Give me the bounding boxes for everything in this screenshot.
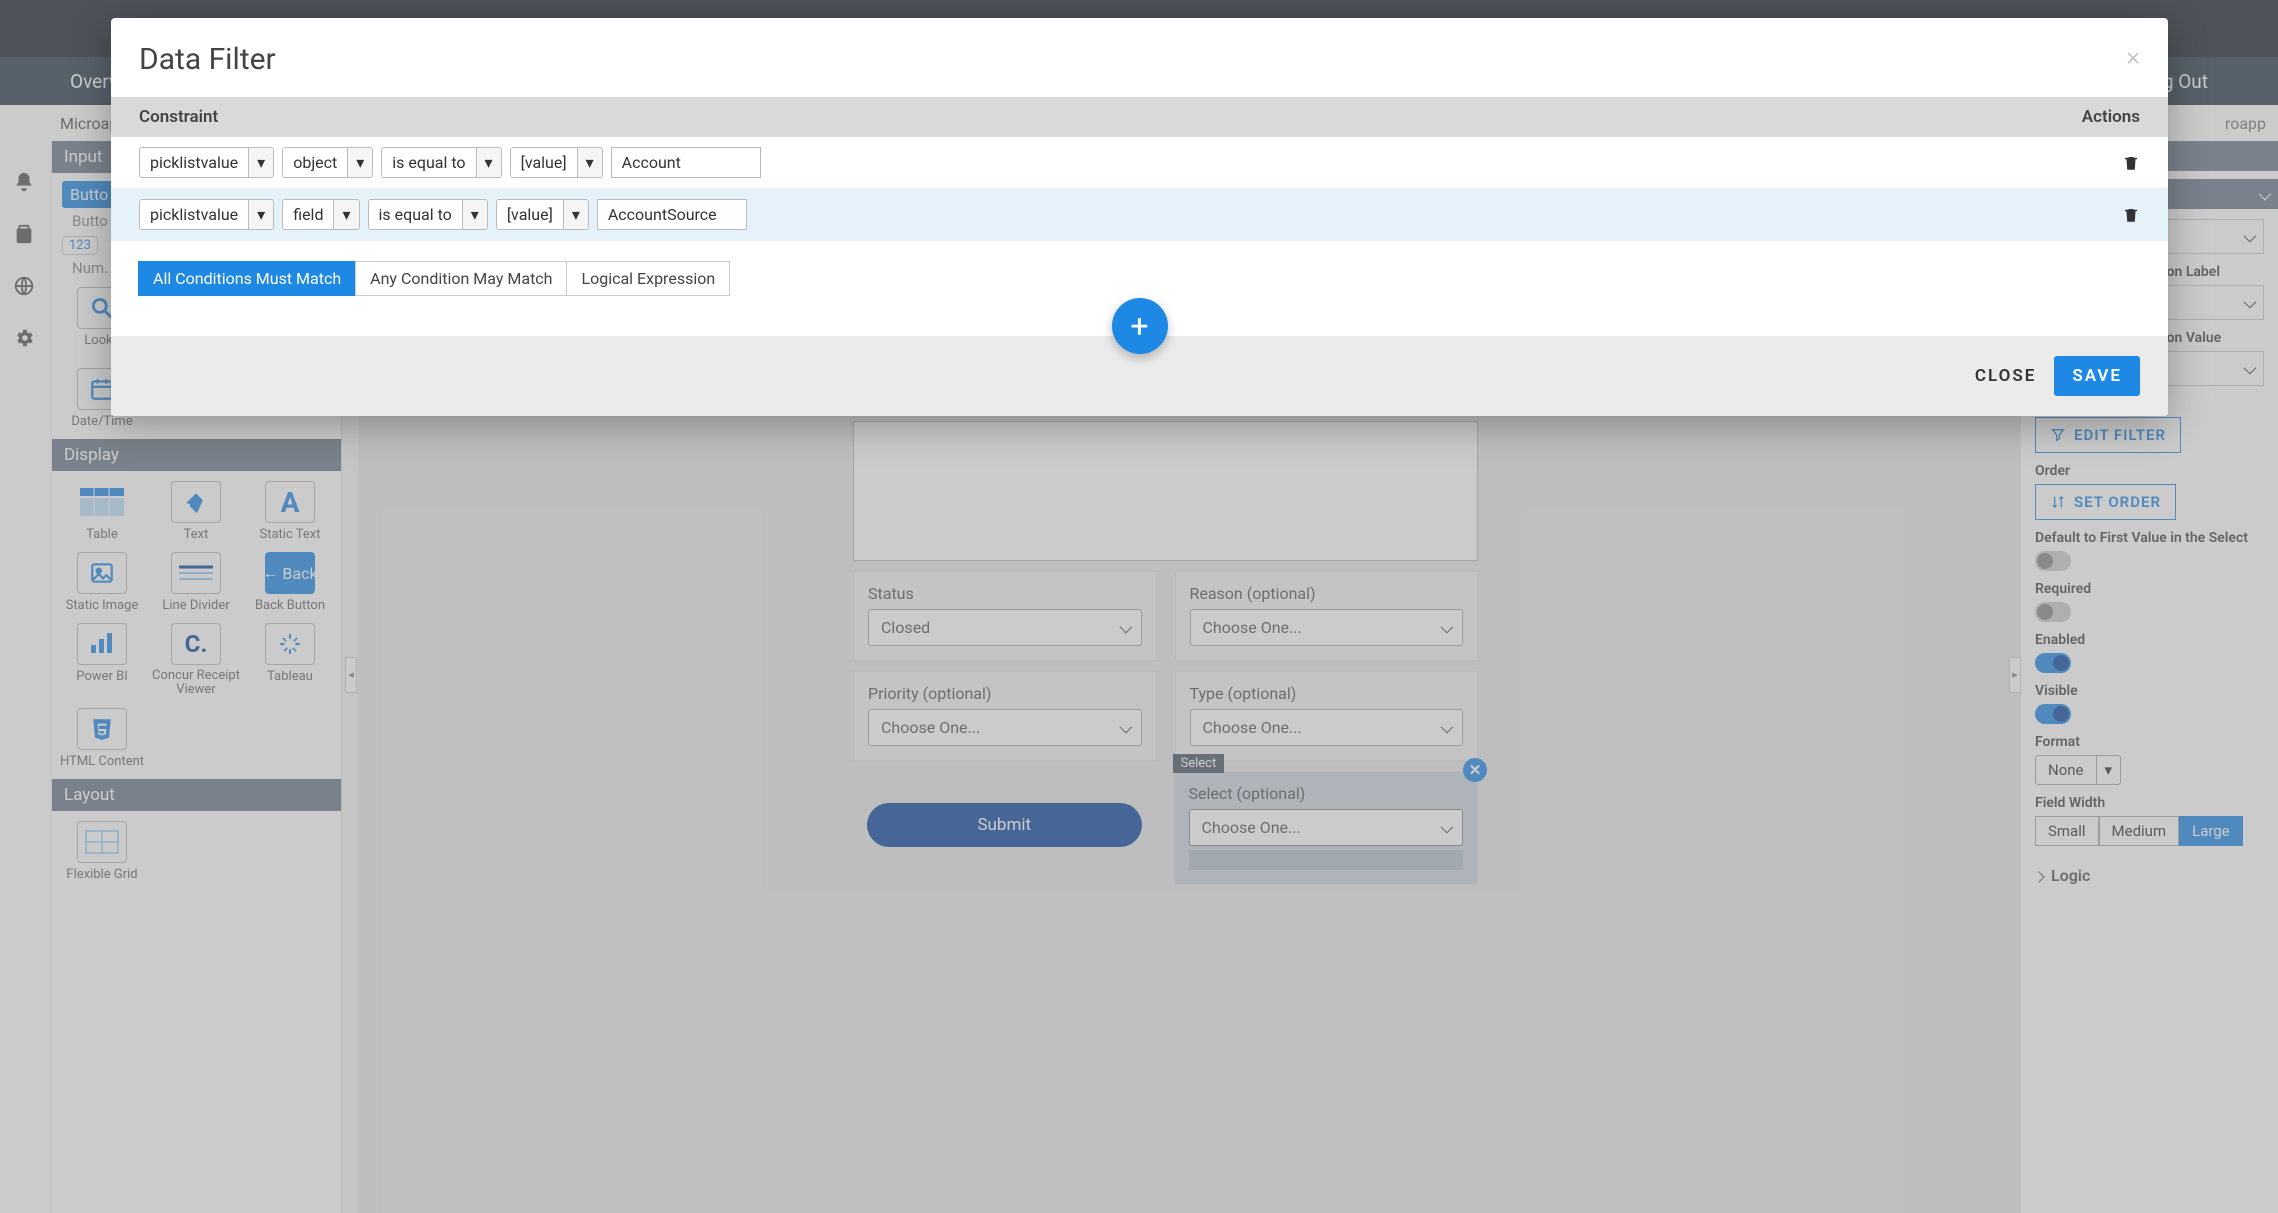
trash-icon[interactable]: [2122, 154, 2140, 172]
token-label: is equal to: [369, 200, 462, 229]
token-label: field: [283, 200, 333, 229]
token-label: object: [283, 148, 347, 177]
constraint-table-head: Constraint Actions: [111, 97, 2168, 137]
add-constraint-fab[interactable]: +: [1112, 298, 1168, 354]
data-filter-modal: Data Filter × Constraint Actions picklis…: [111, 18, 2168, 416]
trash-icon[interactable]: [2122, 206, 2140, 224]
token-label: picklistvalue: [140, 148, 248, 177]
match-logic-button[interactable]: Logical Expression: [566, 261, 730, 296]
token-dropdown[interactable]: ▾: [577, 148, 602, 177]
th-constraint: Constraint: [139, 107, 218, 127]
constraint-row: picklistvalue▾ field▾ is equal to▾ [valu…: [111, 189, 2168, 241]
token-dropdown[interactable]: ▾: [248, 200, 273, 229]
token-dropdown[interactable]: ▾: [462, 200, 487, 229]
save-button[interactable]: SAVE: [2054, 356, 2140, 396]
constraint-row: picklistvalue▾ object▾ is equal to▾ [val…: [111, 137, 2168, 189]
constraint-token[interactable]: is equal to▾: [368, 199, 488, 230]
constraint-token[interactable]: is equal to▾: [381, 147, 501, 178]
token-dropdown[interactable]: ▾: [248, 148, 273, 177]
constraint-token[interactable]: [value]▾: [510, 147, 603, 178]
token-label: [value]: [497, 200, 563, 229]
token-dropdown[interactable]: ▾: [347, 148, 372, 177]
constraint-token[interactable]: picklistvalue▾: [139, 199, 274, 230]
token-dropdown[interactable]: ▾: [563, 200, 588, 229]
modal-title: Data Filter: [139, 42, 276, 77]
constraint-token[interactable]: field▾: [282, 199, 359, 230]
match-mode-group: All Conditions Must Match Any Condition …: [139, 261, 2168, 296]
token-label: is equal to: [382, 148, 475, 177]
constraint-token[interactable]: picklistvalue▾: [139, 147, 274, 178]
constraint-value-input[interactable]: [597, 199, 747, 230]
match-all-button[interactable]: All Conditions Must Match: [138, 261, 356, 296]
constraint-token[interactable]: object▾: [282, 147, 373, 178]
close-icon[interactable]: ×: [2126, 42, 2140, 72]
token-label: picklistvalue: [140, 200, 248, 229]
th-actions: Actions: [2082, 107, 2140, 127]
token-dropdown[interactable]: ▾: [333, 200, 358, 229]
constraint-token[interactable]: [value]▾: [496, 199, 589, 230]
close-button[interactable]: CLOSE: [1975, 366, 2036, 386]
token-dropdown[interactable]: ▾: [476, 148, 501, 177]
token-label: [value]: [511, 148, 577, 177]
match-any-button[interactable]: Any Condition May Match: [355, 261, 567, 296]
constraint-value-input[interactable]: [611, 147, 761, 178]
